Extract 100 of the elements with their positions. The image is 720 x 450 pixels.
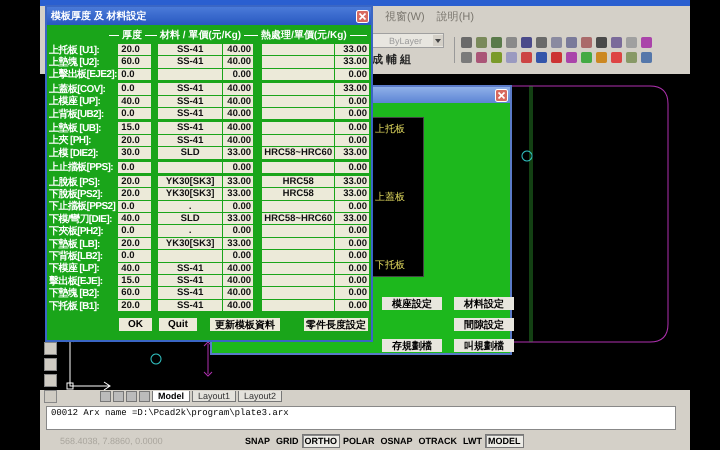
material-field[interactable] [158,162,222,173]
toolbar-icon[interactable] [551,37,562,48]
toolbar-icon[interactable] [611,37,622,48]
heat-treatment-field[interactable] [262,287,334,299]
material-field[interactable]: SS-41 [158,96,222,107]
layout-tab[interactable]: Layout1 [192,391,236,402]
thickness-field[interactable]: 20.0 [118,44,151,56]
tool-icon[interactable] [44,374,57,387]
price-field[interactable]: 40.00 [223,56,254,68]
toolbar-icon[interactable] [566,52,577,63]
heat-price-field[interactable]: 0.00 [335,108,369,120]
thickness-field[interactable]: 60.0 [118,287,151,299]
material-field[interactable]: SS-41 [158,108,222,120]
heat-price-field[interactable]: 33.00 [335,56,369,68]
heat-treatment-field[interactable] [262,44,334,56]
material-field[interactable]: YK30[SK3] [158,188,222,200]
heat-price-field[interactable]: 0.00 [335,162,369,173]
toolbar-icon[interactable] [596,52,607,63]
toolbar-icon[interactable] [491,52,502,63]
thickness-field[interactable]: 60.0 [118,56,151,68]
setup-button[interactable]: 存規劃檔 [382,339,442,352]
thickness-field[interactable]: 15.0 [118,275,151,286]
toolbar-icon[interactable] [626,52,637,63]
price-field[interactable]: 40.00 [223,262,254,274]
heat-price-field[interactable]: 33.00 [335,83,369,95]
dialog-button[interactable]: Quit [159,318,197,332]
heat-price-field[interactable]: 0.00 [335,287,369,299]
price-field[interactable]: 40.00 [223,96,254,107]
tab-scroll-button[interactable] [113,391,124,402]
material-field[interactable]: . [158,225,222,237]
material-field[interactable]: SS-41 [158,300,222,312]
price-field[interactable]: 0.00 [223,225,254,237]
toolbar-icon[interactable] [461,52,472,63]
tool-icon[interactable] [44,342,57,355]
price-field[interactable]: 40.00 [223,83,254,95]
heat-price-field[interactable]: 0.00 [335,275,369,286]
setup-button[interactable]: 模座設定 [382,297,442,310]
toolbar-icon[interactable] [491,37,502,48]
toolbar-icon[interactable] [611,52,622,63]
status-toggle-button[interactable]: OSNAP [378,434,416,448]
layout-tab[interactable]: Model [152,391,190,402]
status-toggle-button[interactable]: OTRACK [416,434,460,448]
heat-price-field[interactable]: 0.00 [335,134,369,146]
heat-price-field[interactable]: 33.00 [335,213,369,224]
thickness-field[interactable]: 40.0 [118,262,151,274]
price-field[interactable]: 40.00 [223,108,254,120]
material-field[interactable]: SS-41 [158,262,222,274]
heat-price-field[interactable]: 0.00 [335,96,369,107]
toolbar-icon[interactable] [461,37,472,48]
material-field[interactable]: SS-41 [158,122,222,134]
heat-treatment-field[interactable] [262,56,334,68]
tab-scroll-button[interactable] [139,391,150,402]
heat-treatment-field[interactable] [262,134,334,146]
price-field[interactable]: 0.00 [223,68,254,80]
heat-treatment-field[interactable] [262,108,334,120]
thickness-field[interactable]: 20.0 [118,188,151,200]
price-field[interactable]: 40.00 [223,287,254,299]
material-field[interactable]: SS-41 [158,287,222,299]
heat-treatment-field[interactable] [262,300,334,312]
material-field[interactable] [158,250,222,262]
heat-treatment-field[interactable] [262,238,334,250]
price-field[interactable]: 33.00 [223,213,254,224]
heat-price-field[interactable]: 0.00 [335,262,369,274]
thickness-field[interactable]: 0.0 [118,68,151,80]
heat-treatment-field[interactable] [262,262,334,274]
status-toggle-button[interactable]: GRID [273,434,302,448]
heat-price-field[interactable]: 0.00 [335,68,369,80]
price-field[interactable]: 33.00 [223,188,254,200]
material-field[interactable]: . [158,200,222,212]
price-field[interactable]: 40.00 [223,275,254,286]
thickness-field[interactable]: 30.0 [118,147,151,159]
dialog-button[interactable]: 更新模板資料 [210,318,280,332]
tool-icon[interactable] [44,390,57,403]
heat-price-field[interactable]: 0.00 [335,122,369,134]
heat-treatment-field[interactable] [262,68,334,80]
material-field[interactable] [158,68,222,80]
toolbar-icon[interactable] [551,52,562,63]
heat-treatment-field[interactable]: HRC58 [262,188,334,200]
thickness-field[interactable]: 40.0 [118,213,151,224]
heat-treatment-field[interactable] [262,200,334,212]
price-field[interactable]: 0.00 [223,200,254,212]
material-field[interactable]: SS-41 [158,275,222,286]
setup-button[interactable]: 材料設定 [454,297,514,310]
command-window[interactable]: 00012 Arx name =D:\Pcad2k\program\plate3.arx [46,406,676,430]
material-field[interactable]: YK30[SK3] [158,176,222,188]
heat-treatment-field[interactable]: HRC58~HRC60 [262,147,334,159]
status-toggle-button[interactable]: MODEL [485,434,524,448]
price-field[interactable]: 33.00 [223,176,254,188]
thickness-field[interactable]: 20.0 [118,134,151,146]
thickness-field[interactable]: 0.0 [118,108,151,120]
material-field[interactable]: YK30[SK3] [158,238,222,250]
material-field[interactable]: SS-41 [158,134,222,146]
price-field[interactable]: 0.00 [223,162,254,173]
thickness-field[interactable]: 20.0 [118,238,151,250]
material-field[interactable]: SS-41 [158,56,222,68]
status-toggle-button[interactable]: LWT [460,434,486,448]
layout-tab[interactable]: Layout2 [238,391,282,402]
heat-treatment-field[interactable] [262,122,334,134]
dialog-button[interactable]: OK [119,318,152,332]
close-button[interactable] [495,88,508,102]
